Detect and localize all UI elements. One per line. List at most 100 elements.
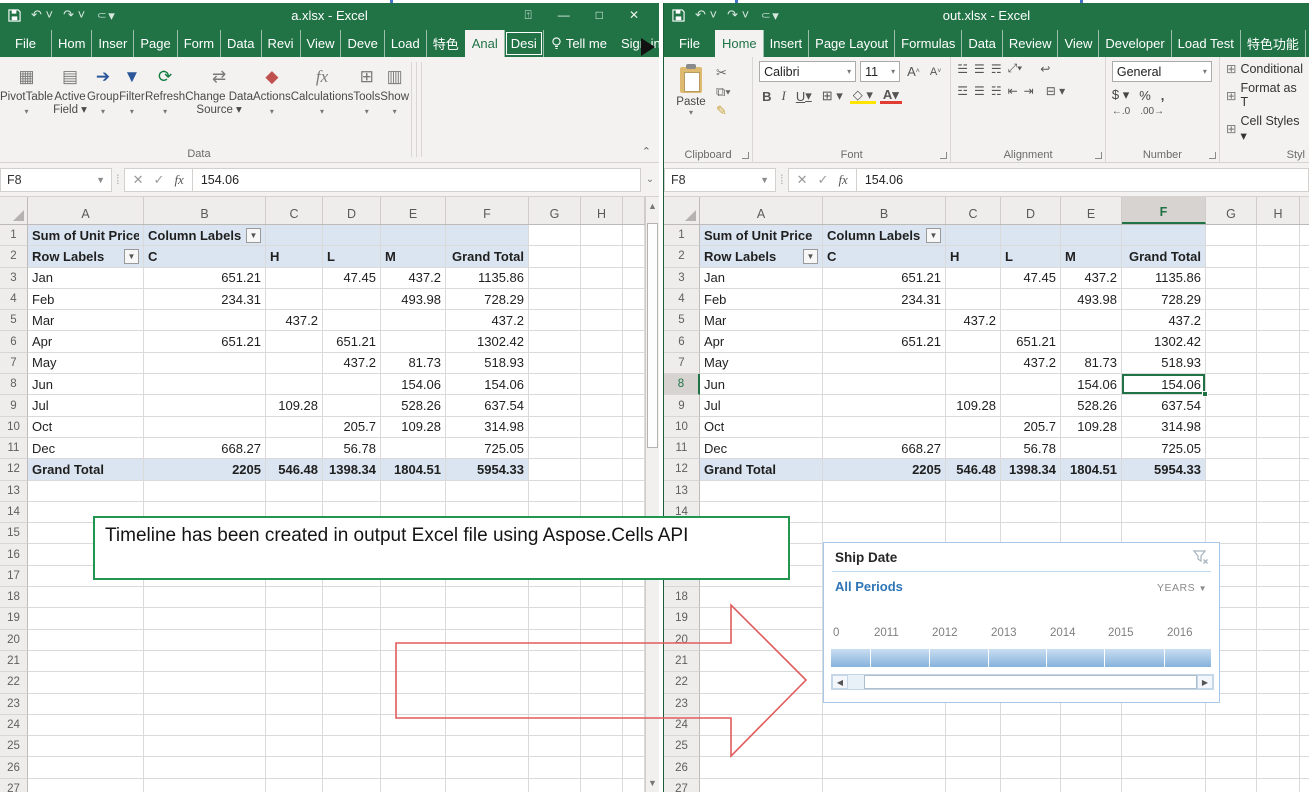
cell[interactable] [381, 651, 446, 672]
cell[interactable] [946, 225, 1001, 246]
cell[interactable] [381, 225, 446, 246]
column-header-H[interactable]: H [581, 197, 623, 224]
cell[interactable] [1257, 544, 1300, 565]
cell[interactable]: Dec [700, 438, 823, 459]
cell[interactable]: 725.05 [1122, 438, 1206, 459]
cell[interactable] [1206, 331, 1257, 352]
align-middle-icon[interactable]: ☰ [974, 62, 985, 76]
row-header-27[interactable]: 27 [664, 779, 700, 792]
cell[interactable] [1206, 417, 1257, 438]
cell[interactable] [1257, 523, 1300, 544]
cancel-entry-icon[interactable]: ✕ [797, 172, 808, 188]
cell[interactable] [823, 374, 946, 395]
timeline-segment-2[interactable] [930, 649, 988, 667]
row-header-11[interactable]: 11 [664, 438, 700, 459]
cell[interactable] [1257, 310, 1300, 331]
format-as-table-button[interactable]: Format as T [1240, 81, 1303, 109]
cell[interactable]: Apr [700, 331, 823, 352]
cell[interactable] [381, 438, 446, 459]
cell[interactable] [28, 587, 144, 608]
cell[interactable]: 109.28 [946, 395, 1001, 416]
cell[interactable]: C [144, 246, 266, 267]
cell[interactable] [1206, 246, 1257, 267]
comma-style-icon[interactable]: , [1161, 88, 1165, 103]
cell[interactable] [1257, 438, 1300, 459]
cell[interactable]: Sum of Unit Price [28, 225, 144, 246]
cell[interactable] [946, 481, 1001, 502]
timeline-segment-5[interactable] [1105, 649, 1164, 667]
cell[interactable] [1257, 459, 1300, 480]
row-header-14[interactable]: 14 [0, 502, 28, 523]
cell[interactable] [144, 374, 266, 395]
redo-icon[interactable]: ↷ ˅ [727, 7, 749, 23]
cell[interactable] [581, 481, 623, 502]
cell[interactable] [529, 246, 581, 267]
undo-icon[interactable]: ↶ ˅ [31, 7, 53, 23]
cell[interactable] [28, 694, 144, 715]
cell[interactable] [323, 395, 381, 416]
cell[interactable]: 437.2 [1061, 268, 1122, 289]
cell[interactable]: 437.2 [1001, 353, 1061, 374]
cell[interactable] [581, 608, 623, 629]
cell[interactable]: 47.45 [1001, 268, 1061, 289]
cell[interactable] [381, 694, 446, 715]
cell[interactable] [946, 374, 1001, 395]
cell[interactable] [1001, 736, 1061, 757]
cell[interactable] [1257, 417, 1300, 438]
cell[interactable] [700, 736, 823, 757]
filter-dropdown-icon[interactable]: ▼ [246, 228, 261, 243]
cell[interactable] [28, 736, 144, 757]
right-tab-View[interactable]: View [1057, 30, 1098, 57]
row-header-3[interactable]: 3 [0, 268, 28, 289]
decrease-indent-icon[interactable]: ⇤ [1008, 84, 1018, 98]
cell[interactable] [529, 715, 581, 736]
cell[interactable]: Oct [700, 417, 823, 438]
cell[interactable] [581, 715, 623, 736]
cell[interactable] [323, 651, 381, 672]
cell[interactable] [581, 417, 623, 438]
cell[interactable]: Dec [28, 438, 144, 459]
right-tab-Page Layout[interactable]: Page Layout [808, 30, 894, 57]
left-tab-Anal[interactable]: Anal [465, 30, 504, 57]
cut-icon[interactable]: ✂ [716, 65, 731, 81]
cell[interactable] [144, 736, 266, 757]
change-data-source-button[interactable]: ⇄Change DataSource ▾ [185, 57, 253, 147]
cell[interactable] [446, 587, 529, 608]
customize-qat-icon[interactable]: ⸦▾ [759, 6, 779, 24]
scroll-up-icon[interactable]: ▲ [646, 197, 659, 215]
cell[interactable]: Column Labels▼ [144, 225, 266, 246]
cell[interactable]: 205.7 [323, 417, 381, 438]
cell[interactable] [323, 779, 381, 792]
cell[interactable]: May [28, 353, 144, 374]
cell[interactable]: 1135.86 [446, 268, 529, 289]
cell[interactable] [1257, 331, 1300, 352]
cell[interactable] [1206, 353, 1257, 374]
cell[interactable] [946, 438, 1001, 459]
font-size-combo[interactable]: 11▾ [860, 61, 900, 82]
cell[interactable] [1122, 779, 1206, 792]
cell[interactable] [381, 630, 446, 651]
font-name-combo[interactable]: Calibri▾ [759, 61, 856, 82]
cell[interactable]: 314.98 [446, 417, 529, 438]
cell[interactable] [1061, 331, 1122, 352]
cell[interactable] [581, 587, 623, 608]
row-header-21[interactable]: 21 [0, 651, 28, 672]
left-tab-Inser[interactable]: Inser [91, 30, 133, 57]
cell[interactable]: 81.73 [381, 353, 446, 374]
cell[interactable]: 234.31 [144, 289, 266, 310]
bold-button[interactable]: B [759, 89, 774, 104]
cell[interactable] [323, 587, 381, 608]
row-header-25[interactable]: 25 [0, 736, 28, 757]
cell[interactable] [266, 374, 323, 395]
cell[interactable] [581, 374, 623, 395]
cell[interactable]: 546.48 [266, 459, 323, 480]
cell[interactable] [144, 587, 266, 608]
cell[interactable] [700, 587, 823, 608]
cell[interactable] [144, 608, 266, 629]
cell[interactable]: 437.2 [446, 310, 529, 331]
row-header-4[interactable]: 4 [664, 289, 700, 310]
cell[interactable] [446, 672, 529, 693]
cell[interactable] [1061, 736, 1122, 757]
cell[interactable] [946, 289, 1001, 310]
cell[interactable] [266, 651, 323, 672]
